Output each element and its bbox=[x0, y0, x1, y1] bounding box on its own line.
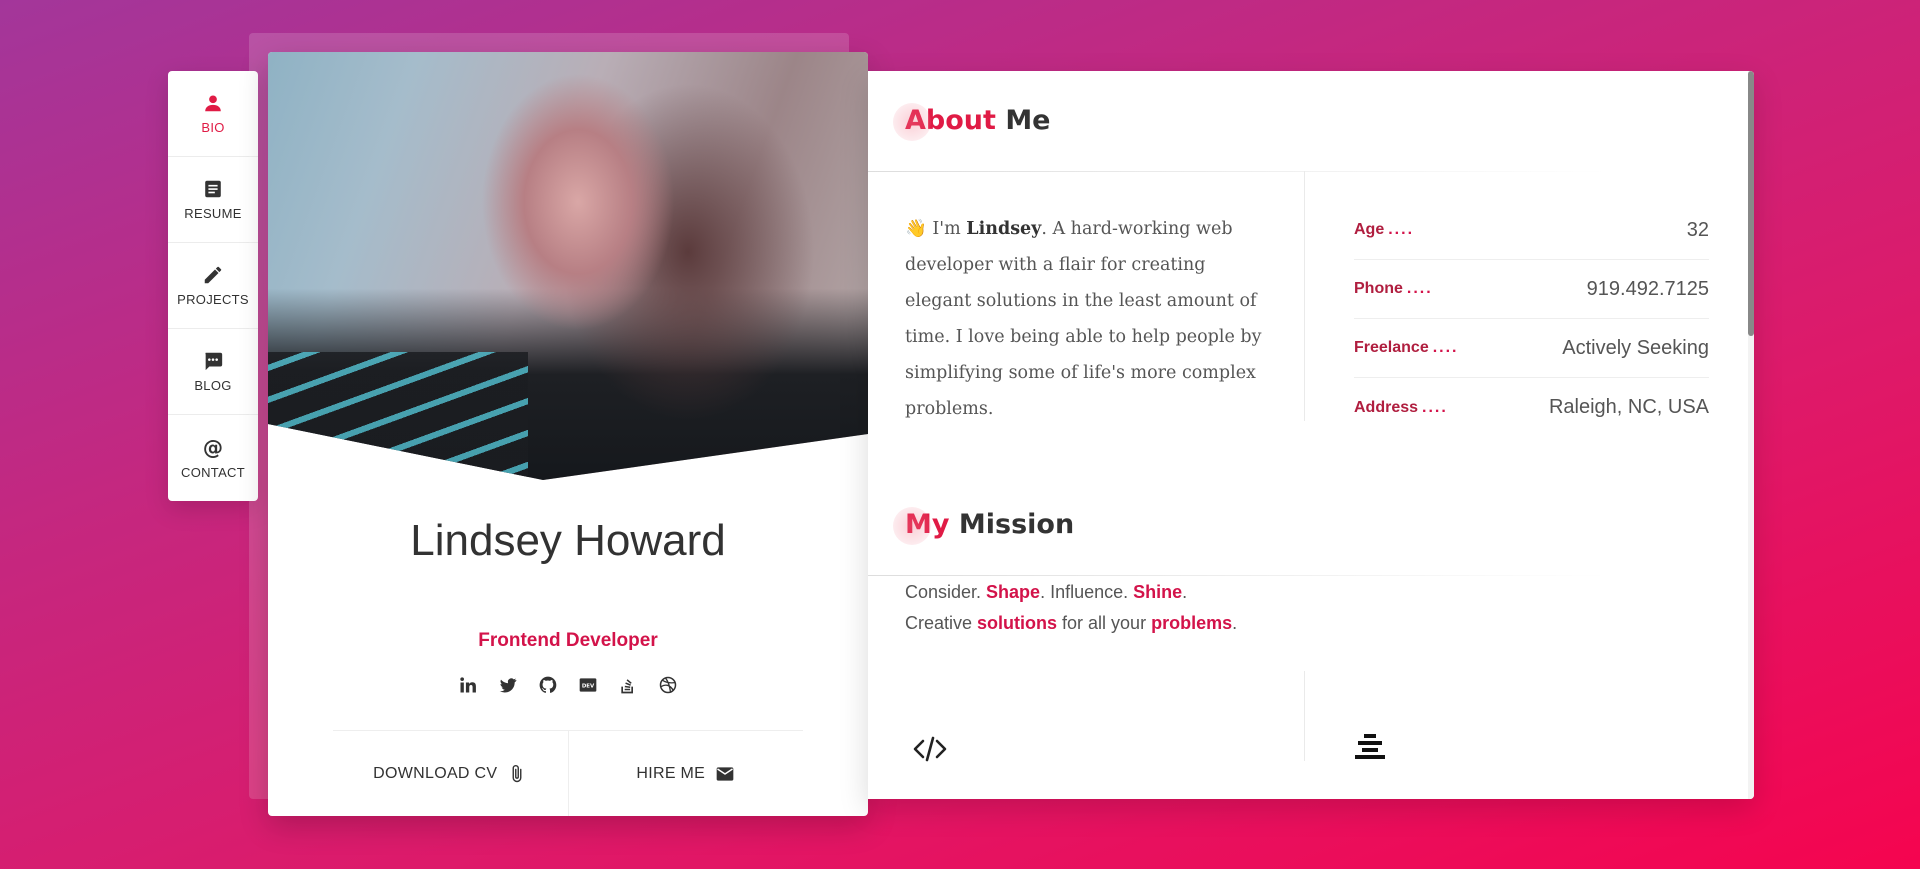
code-icon bbox=[913, 736, 947, 762]
title-dot bbox=[893, 507, 931, 545]
profile-card: Lindsey Howard Frontend Developer DEV DO… bbox=[268, 52, 868, 816]
nav-item-bio[interactable]: BIO bbox=[168, 71, 258, 157]
nav-item-blog[interactable]: BLOG bbox=[168, 329, 258, 415]
mission-text: Consider. Shape. Influence. Shine. Creat… bbox=[905, 577, 1237, 639]
info-key: Address.... bbox=[1354, 398, 1448, 416]
info-value: 32 bbox=[1686, 218, 1709, 241]
download-cv-button[interactable]: DOWNLOAD CV bbox=[333, 731, 569, 816]
info-row-freelance: Freelance.... Actively Seeking bbox=[1354, 319, 1709, 378]
title-dot bbox=[893, 103, 931, 141]
info-row-phone: Phone.... 919.492.7125 bbox=[1354, 260, 1709, 319]
chat-icon bbox=[205, 352, 223, 371]
dribbble-icon bbox=[659, 676, 677, 694]
profile-photo bbox=[268, 52, 868, 480]
scrollbar-thumb[interactable] bbox=[1748, 71, 1754, 336]
mission-divider bbox=[868, 575, 1608, 576]
paperclip-icon bbox=[512, 764, 522, 782]
mission-line-1: Consider. Shape. Influence. Shine. bbox=[905, 582, 1188, 602]
mission-title-rest: Mission bbox=[958, 509, 1075, 540]
side-nav: BIO RESUME PROJECTS BLOG @ CONTACT bbox=[168, 71, 258, 501]
mission-vertical-divider bbox=[1304, 671, 1305, 761]
info-key: Phone.... bbox=[1354, 280, 1433, 297]
about-divider bbox=[868, 171, 1608, 172]
about-body: . A hard-working web developer with a fl… bbox=[905, 219, 1262, 419]
mission-line-2: Creative solutions for all your problems… bbox=[905, 613, 1238, 633]
linkedin-icon bbox=[460, 677, 476, 693]
info-key: Freelance.... bbox=[1354, 339, 1459, 356]
info-value: Raleigh, NC, USA bbox=[1548, 396, 1709, 418]
envelope-icon bbox=[716, 766, 734, 781]
info-row-address: Address.... Raleigh, NC, USA bbox=[1354, 378, 1709, 437]
social-links: DEV bbox=[268, 674, 868, 696]
hire-me-label: HIRE ME bbox=[636, 764, 706, 782]
nav-item-label: BIO bbox=[201, 120, 225, 135]
github-link[interactable] bbox=[537, 674, 559, 696]
twitter-icon bbox=[499, 678, 517, 693]
dev-link[interactable]: DEV bbox=[577, 674, 599, 696]
about-title: About Me bbox=[893, 103, 1051, 141]
document-icon bbox=[205, 180, 221, 198]
code-icon-wrap bbox=[910, 729, 950, 774]
profile-role: Frontend Developer bbox=[478, 630, 658, 651]
svg-text:DEV: DEV bbox=[582, 684, 595, 690]
info-value: 919.492.7125 bbox=[1586, 277, 1709, 300]
github-icon bbox=[539, 676, 557, 693]
nav-item-contact[interactable]: @ CONTACT bbox=[168, 415, 258, 501]
stackoverflow-icon bbox=[621, 679, 633, 694]
info-key: Age.... bbox=[1354, 221, 1415, 238]
about-intro: I'm bbox=[932, 219, 961, 239]
photo-detail bbox=[268, 352, 528, 480]
about-text: 👋 I'm Lindsey. A hard-working web develo… bbox=[905, 211, 1270, 427]
card-actions: DOWNLOAD CV HIRE ME bbox=[333, 730, 803, 816]
content-panel: About Me 👋 I'm Lindsey. A hard-working w… bbox=[868, 71, 1754, 799]
info-list: Age.... 32 Phone.... 919.492.7125 Freela… bbox=[1354, 201, 1709, 437]
nav-item-resume[interactable]: RESUME bbox=[168, 157, 258, 243]
nav-item-label: RESUME bbox=[184, 206, 242, 221]
person-icon bbox=[205, 95, 221, 112]
download-cv-label: DOWNLOAD CV bbox=[373, 764, 498, 782]
align-icon-wrap bbox=[1350, 726, 1390, 771]
about-title-rest: Me bbox=[1005, 105, 1051, 136]
info-value: Actively Seeking bbox=[1562, 336, 1709, 359]
nav-item-projects[interactable]: PROJECTS bbox=[168, 243, 258, 329]
pencil-icon bbox=[204, 266, 222, 284]
at-icon: @ bbox=[203, 437, 223, 459]
about-name: Lindsey bbox=[966, 219, 1042, 239]
dev-icon: DEV bbox=[579, 678, 597, 692]
nav-item-label: PROJECTS bbox=[177, 292, 249, 307]
svg-text:@: @ bbox=[203, 437, 223, 459]
nav-item-label: CONTACT bbox=[181, 464, 245, 480]
scrollbar[interactable] bbox=[1748, 71, 1754, 799]
info-row-age: Age.... 32 bbox=[1354, 201, 1709, 260]
hire-me-button[interactable]: HIRE ME bbox=[569, 731, 804, 816]
dribbble-link[interactable] bbox=[657, 674, 679, 696]
about-vertical-divider bbox=[1304, 171, 1305, 421]
mission-title: My Mission bbox=[893, 507, 1075, 545]
stackoverflow-link[interactable] bbox=[617, 674, 639, 696]
twitter-link[interactable] bbox=[497, 674, 519, 696]
nav-item-label: BLOG bbox=[194, 378, 232, 393]
linkedin-link[interactable] bbox=[457, 674, 479, 696]
wave-emoji: 👋 bbox=[905, 219, 927, 239]
profile-name: Lindsey Howard bbox=[410, 516, 726, 565]
align-center-icon bbox=[1355, 734, 1385, 759]
